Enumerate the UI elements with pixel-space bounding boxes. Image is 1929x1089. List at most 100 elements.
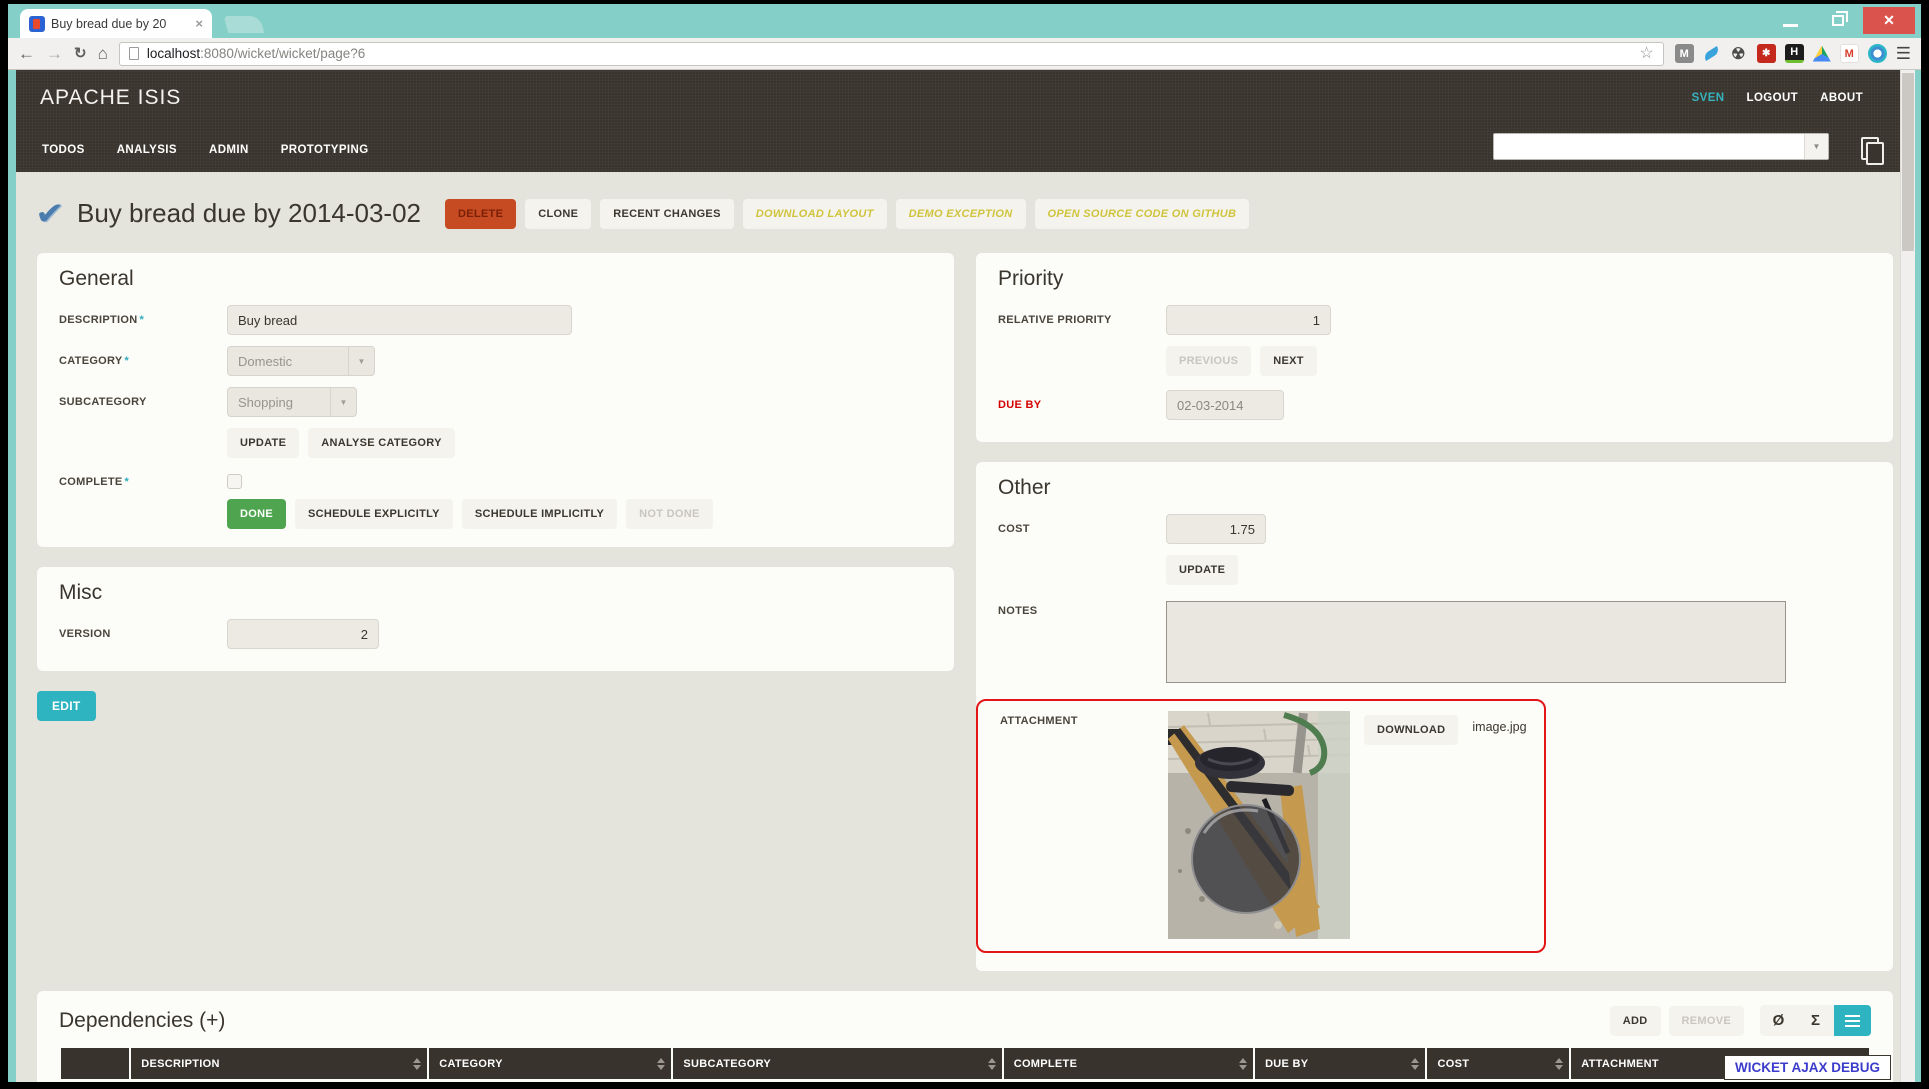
col-subcategory[interactable]: SUBCATEGORY [673,1048,1001,1079]
complete-checkbox[interactable] [227,474,242,489]
chevron-down-icon[interactable]: ▼ [348,347,374,375]
open-source-button[interactable]: OPEN SOURCE CODE ON GITHUB [1035,199,1250,229]
aperture-icon[interactable] [1868,44,1887,63]
misc-panel: Misc VERSION [37,567,954,671]
url-bar[interactable]: localhost:8080/wicket/wicket/page?6 ☆ [119,42,1664,66]
clone-button[interactable]: CLONE [525,199,591,229]
sort-icon[interactable] [1239,1058,1247,1070]
browser-tab[interactable]: Buy bread due by 20 × [20,9,212,38]
session-links: SVEN LOGOUT ABOUT [1692,92,1863,104]
notes-textarea[interactable] [1166,601,1786,683]
new-tab-button[interactable] [224,16,265,33]
summary-sigma-icon[interactable]: Σ [1797,1005,1834,1036]
copy-pages-icon[interactable] [1861,137,1879,160]
sort-icon[interactable] [1555,1058,1563,1070]
lastpass-icon[interactable]: ✱ [1757,44,1776,63]
extensions-row: M ☢ ✱ H M ☰ [1675,44,1911,64]
window-controls: ✕ [1767,7,1915,34]
demo-exception-button[interactable]: DEMO EXCEPTION [896,199,1026,229]
other-panel: Other COST UPDATE NOTES [976,462,1893,971]
schedule-implicitly-button[interactable]: SCHEDULE IMPLICITLY [462,499,617,529]
restore-icon [1832,15,1844,26]
web-viewport: APACHE ISIS SVEN LOGOUT ABOUT TODOS ANAL… [16,70,1915,1082]
previous-button[interactable]: PREVIOUS [1166,346,1251,376]
col-description[interactable]: DESCRIPTION [131,1048,427,1079]
subcategory-select[interactable]: Shopping ▼ [227,387,357,417]
nav-item-prototyping[interactable]: PROTOTYPING [281,144,369,156]
update-cost-button[interactable]: UPDATE [1166,555,1238,585]
col-complete[interactable]: COMPLETE [1004,1048,1253,1079]
header-search-select[interactable]: ▼ [1493,133,1829,160]
page-body: ✔ Buy bread due by 2014-03-02 DELETE CLO… [16,172,1915,1082]
due-by-label: DUE BY [998,399,1166,411]
category-value: Domestic [238,354,292,369]
app-nav: TODOS ANALYSIS ADMIN PROTOTYPING [42,144,369,156]
url-text[interactable]: localhost:8080/wicket/wicket/page?6 [147,46,365,61]
next-button[interactable]: NEXT [1260,346,1317,376]
chevron-down-icon[interactable]: ▼ [1804,134,1828,159]
bookmark-star-icon[interactable]: ☆ [1639,46,1653,62]
add-button[interactable]: ADD [1610,1006,1661,1036]
sort-icon[interactable] [657,1058,665,1070]
about-link[interactable]: ABOUT [1820,92,1863,104]
sort-icon[interactable] [1411,1058,1419,1070]
general-panel: General DESCRIPTION* CATEGORY* Domestic … [37,253,954,547]
nav-item-todos[interactable]: TODOS [42,144,85,156]
sort-icon[interactable] [413,1058,421,1070]
wicket-ajax-debug-link[interactable]: WICKET AJAX DEBUG [1724,1055,1891,1080]
logout-link[interactable]: LOGOUT [1747,92,1799,104]
ext-m-icon[interactable]: M [1675,44,1694,63]
remove-button[interactable]: REMOVE [1669,1006,1744,1036]
category-label: CATEGORY* [59,355,227,367]
tab-close-icon[interactable]: × [195,16,203,31]
relative-priority-label: RELATIVE PRIORITY [998,314,1166,326]
restore-button[interactable] [1815,7,1861,34]
scrollbar-thumb[interactable] [1902,73,1914,251]
scrollbar[interactable] [1900,70,1915,1082]
analyse-category-button[interactable]: ANALYSE CATEGORY [308,428,455,458]
sort-icon[interactable] [988,1058,996,1070]
left-column: General DESCRIPTION* CATEGORY* Domestic … [37,253,954,721]
minimize-button[interactable] [1767,7,1813,34]
misc-heading: Misc [59,581,932,605]
twitter-feather-icon[interactable] [1702,46,1720,61]
home-icon[interactable]: ⌂ [98,45,108,62]
gmail-icon[interactable]: M [1840,44,1859,63]
download-button[interactable]: DOWNLOAD [1364,715,1458,745]
visibility-toggle-icon[interactable]: Ø [1760,1005,1797,1036]
cost-field [1166,514,1266,544]
gdrive-icon[interactable] [1813,46,1831,62]
radiation-icon[interactable]: ☢ [1729,44,1748,63]
forward-icon[interactable]: → [46,45,63,62]
cost-label: COST [998,523,1166,535]
download-layout-button[interactable]: DOWNLOAD LAYOUT [743,199,887,229]
window-frame: APACHE ISIS SVEN LOGOUT ABOUT TODOS ANAL… [8,70,1921,1082]
list-view-icon[interactable] [1834,1005,1871,1036]
update-button[interactable]: UPDATE [227,428,299,458]
edit-button[interactable]: EDIT [37,691,96,721]
nav-item-admin[interactable]: ADMIN [209,144,249,156]
attachment-label: ATTACHMENT [1000,711,1154,727]
col-cost[interactable]: COST [1427,1048,1569,1079]
refresh-icon[interactable]: ↻ [74,46,87,61]
not-done-button[interactable]: NOT DONE [626,499,712,529]
delete-button[interactable]: DELETE [445,199,516,229]
schedule-explicitly-button[interactable]: SCHEDULE EXPLICITLY [295,499,453,529]
description-input[interactable] [227,305,572,335]
nav-item-analysis[interactable]: ANALYSIS [117,144,177,156]
col-category[interactable]: CATEGORY [429,1048,671,1079]
browser-menu-icon[interactable]: ☰ [1896,44,1911,64]
category-select[interactable]: Domestic ▼ [227,346,375,376]
back-icon[interactable]: ← [18,45,35,62]
hackernews-icon[interactable]: H [1785,44,1804,63]
col-due-by[interactable]: DUE BY [1255,1048,1425,1079]
recent-changes-button[interactable]: RECENT CHANGES [600,199,734,229]
due-by-field [1166,390,1284,420]
chevron-down-icon[interactable]: ▼ [330,388,356,416]
close-button[interactable]: ✕ [1863,7,1915,34]
done-button[interactable]: DONE [227,499,286,529]
user-link[interactable]: SVEN [1692,92,1725,104]
app-brand[interactable]: APACHE ISIS [40,86,181,110]
version-label: VERSION [59,628,227,640]
general-heading: General [59,267,932,291]
